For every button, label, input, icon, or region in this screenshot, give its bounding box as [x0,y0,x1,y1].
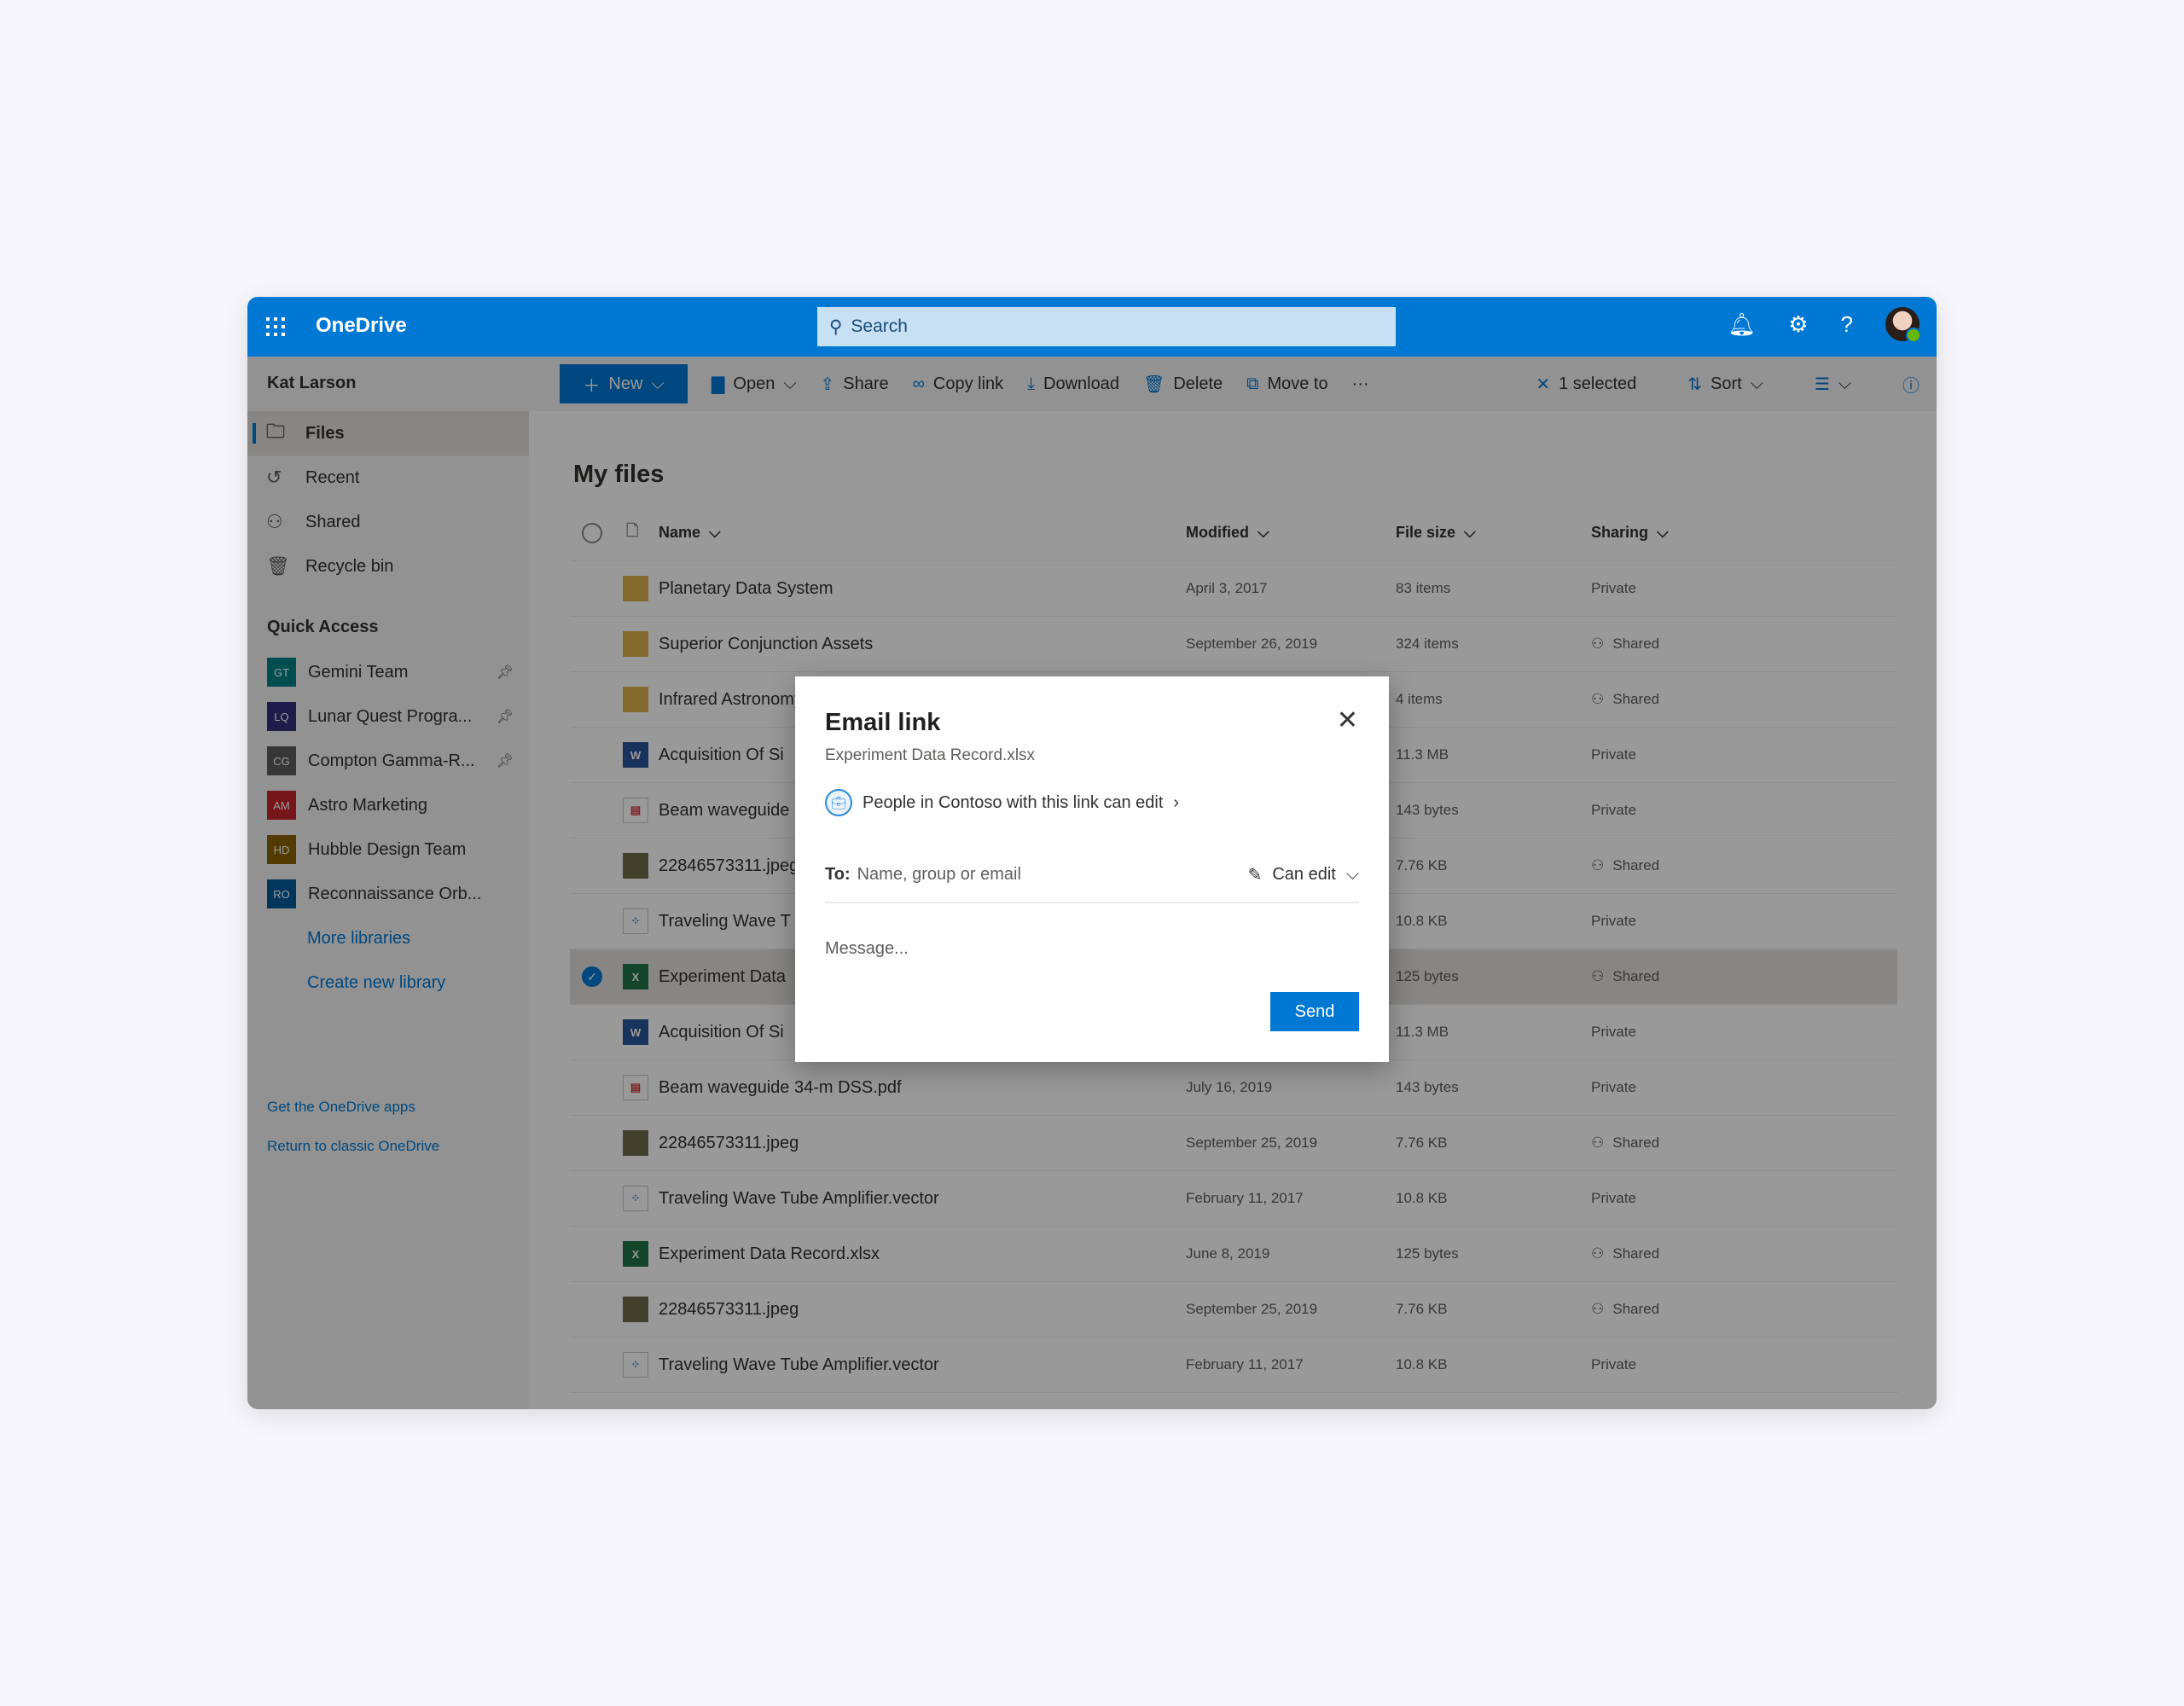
recipients-field[interactable]: To: Name, group or email ✎ Can edit ⌵ [825,847,1359,903]
avatar[interactable] [1885,307,1921,343]
send-button[interactable]: Send [1270,992,1359,1031]
email-link-dialog: Email link ✕ Experiment Data Record.xlsx… [795,676,1389,1062]
close-icon[interactable]: ✕ [1337,705,1358,735]
dialog-file-name: Experiment Data Record.xlsx [825,746,1036,764]
access-dropdown[interactable]: ✎ Can edit ⌵ [1248,864,1359,885]
help-icon[interactable]: ? [1841,311,1853,338]
app-launcher-icon[interactable] [266,317,285,336]
link-settings-button[interactable]: 💼︎ People in Contoso with this link can e… [825,789,1179,816]
briefcase-icon: 💼︎ [825,789,852,816]
bell-icon[interactable]: 🔔︎ [1728,311,1756,338]
app-header: OneDrive ⚲ Search 🔔︎ ⚙ ? [247,297,1937,357]
search-input[interactable]: ⚲ Search [817,307,1396,346]
chevron-down-icon: ⌵ [1345,864,1359,884]
app-title[interactable]: OneDrive [316,314,407,338]
gear-icon[interactable]: ⚙ [1788,311,1808,338]
search-icon: ⚲ [829,316,843,337]
message-input[interactable]: Message... [825,939,909,959]
chevron-right-icon: › [1173,792,1180,812]
pencil-icon: ✎ [1247,865,1263,885]
dialog-title: Email link [825,709,941,736]
recipients-input[interactable]: Name, group or email [857,865,1248,885]
